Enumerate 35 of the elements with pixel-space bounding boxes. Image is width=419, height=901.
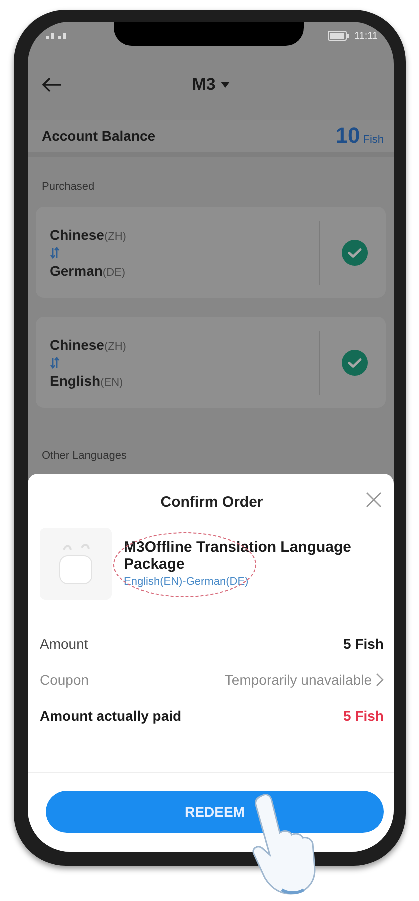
language-code: (DE) — [102, 266, 126, 278]
coupon-status[interactable]: Temporarily unavailable — [224, 672, 372, 688]
order-amount: 5 Fish — [344, 636, 384, 652]
language-name: German — [50, 262, 103, 278]
redeem-button[interactable]: REDEEM — [46, 791, 384, 833]
balance-unit: Fish — [363, 134, 384, 146]
chevron-right-icon[interactable] — [376, 673, 384, 687]
section-heading: Other Languages — [41, 450, 128, 462]
language-code: (ZH) — [104, 230, 126, 242]
order-label: Amount — [40, 636, 88, 652]
package-card[interactable]: Chinese(ZH) German(DE) — [36, 207, 386, 298]
language-name: Chinese — [50, 336, 104, 352]
dropdown-caret-icon[interactable] — [220, 82, 230, 88]
package-card[interactable]: Chinese(ZH) English(EN) — [36, 317, 386, 408]
battery-icon — [328, 31, 350, 41]
section-heading: Purchased — [41, 181, 96, 193]
language-code: (ZH) — [104, 340, 126, 352]
swap-arrows-icon — [50, 356, 60, 368]
language-code: (EN) — [100, 376, 124, 388]
back-arrow-icon[interactable] — [42, 77, 62, 93]
language-name: English — [50, 372, 101, 388]
balance-label: Account Balance — [42, 128, 156, 144]
signal-icon — [46, 32, 66, 40]
balance-amount: 10 — [336, 123, 360, 149]
sheet-title: Confirm Order — [160, 494, 264, 510]
swap-arrows-icon — [50, 246, 60, 258]
language-name: Chinese — [50, 226, 104, 242]
product-name: M3Offline Translation Language Package — [124, 539, 353, 573]
order-label: Coupon — [40, 672, 90, 688]
product-languages: English(EN)-German(DE) — [124, 576, 250, 588]
status-time: 11:11 — [354, 30, 378, 42]
order-label: Amount actually paid — [40, 708, 182, 724]
close-icon[interactable] — [366, 492, 382, 508]
device-title[interactable]: M3 — [192, 75, 216, 95]
paid-amount: 5 Fish — [344, 708, 384, 724]
